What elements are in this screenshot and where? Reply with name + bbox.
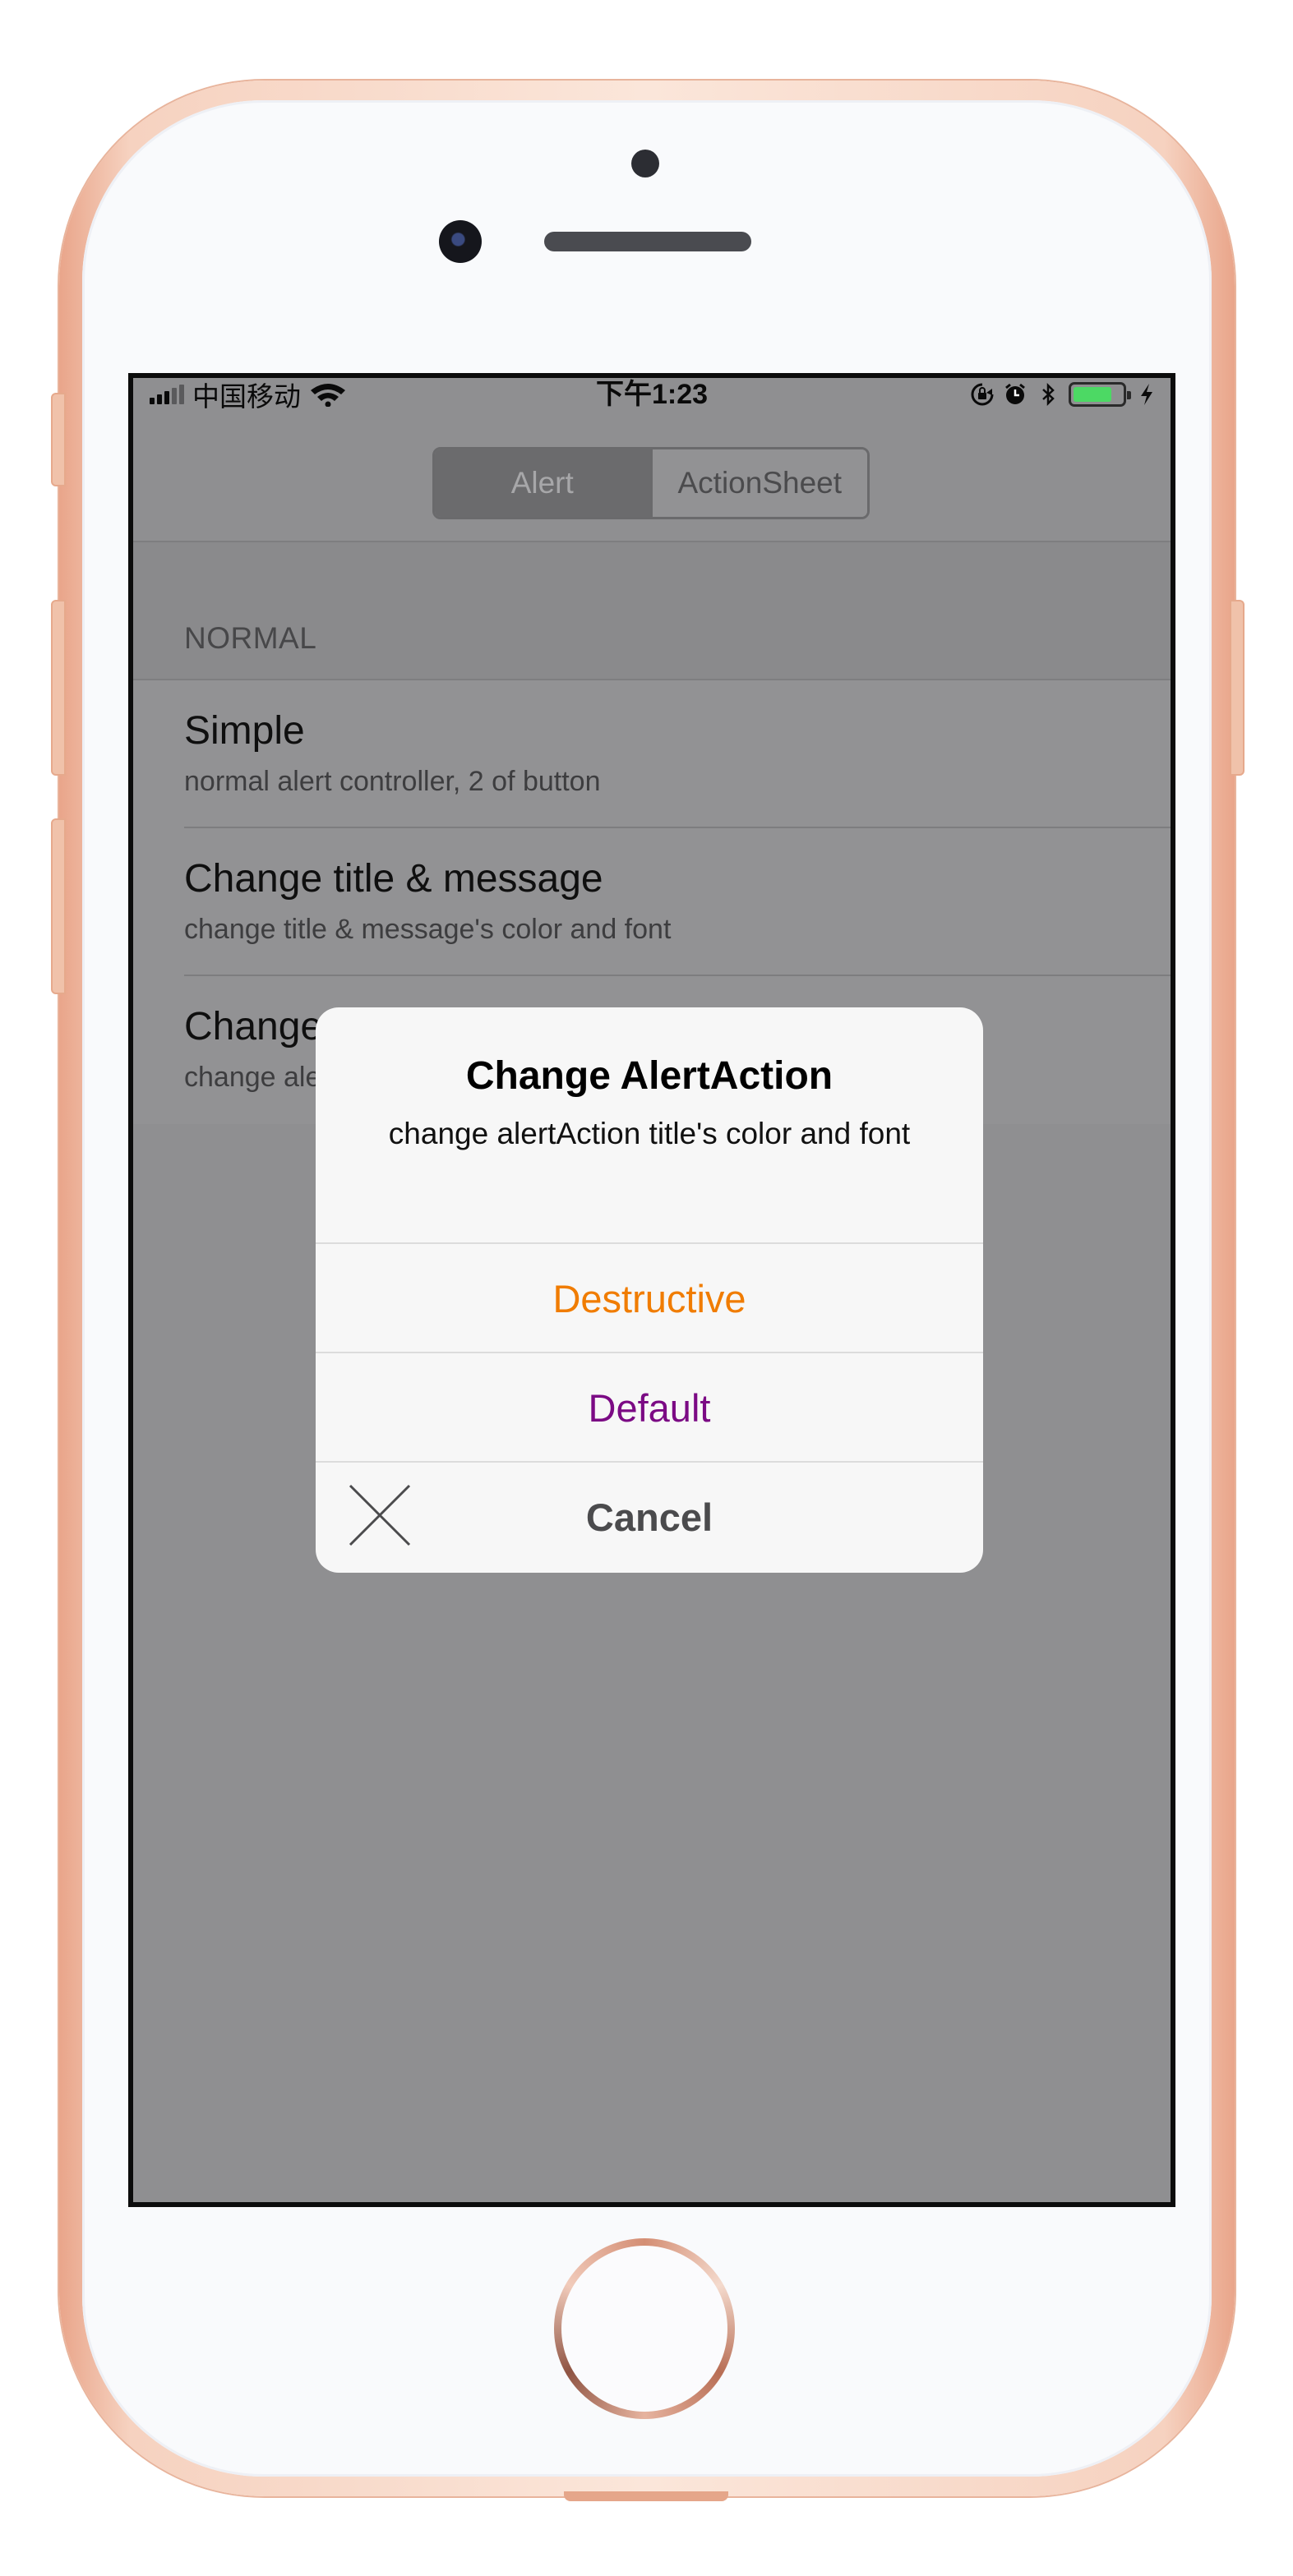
list-item-simple[interactable]: Simple normal alert controller, 2 of but… xyxy=(133,680,1171,828)
section-header xyxy=(133,542,1171,679)
proximity-sensor xyxy=(631,150,659,177)
default-button[interactable]: Default xyxy=(316,1352,983,1462)
section-title: NORMAL xyxy=(184,621,317,655)
lightning-port xyxy=(564,2491,728,2501)
front-camera-icon xyxy=(439,220,482,263)
earpiece-speaker xyxy=(544,232,751,251)
volume-up-button xyxy=(51,600,66,776)
alert-title: Change AlertAction xyxy=(465,1054,834,1098)
cell-subtitle: change title & message's color and font xyxy=(184,914,672,945)
alarm-icon xyxy=(1005,383,1025,404)
close-x-icon xyxy=(349,1484,411,1546)
segment-actionsheet[interactable]: ActionSheet xyxy=(649,449,867,517)
list-item-change-title-message[interactable]: Change title & message change title & me… xyxy=(133,828,1171,976)
cell-title: Simple xyxy=(184,709,305,753)
segment-alert[interactable]: Alert xyxy=(435,449,650,517)
power-button xyxy=(1230,600,1245,776)
destructive-button-label: Destructive xyxy=(552,1276,746,1320)
bluetooth-icon xyxy=(1042,382,1055,407)
cancel-button[interactable]: Cancel xyxy=(316,1461,983,1571)
orientation-lock-icon xyxy=(971,383,994,406)
cell-subtitle: normal alert controller, 2 of button xyxy=(184,766,601,797)
status-right xyxy=(970,378,1159,411)
battery-icon xyxy=(1069,382,1131,407)
segmented-control: Alert ActionSheet xyxy=(432,447,870,519)
alert-message: change alertAction title's color and fon… xyxy=(388,1117,911,1150)
volume-down-button xyxy=(51,818,66,994)
battery-level xyxy=(1074,387,1112,402)
charging-icon xyxy=(1141,384,1152,405)
default-button-label: Default xyxy=(588,1385,711,1430)
mute-switch xyxy=(51,393,66,486)
status-bar: 中国移动 下午1:23 xyxy=(133,378,1171,412)
destructive-button[interactable]: Destructive xyxy=(316,1242,983,1353)
alert-dialog: Change AlertAction change alertAction ti… xyxy=(316,1007,983,1573)
home-button[interactable] xyxy=(554,2238,735,2419)
cell-title: Change title & message xyxy=(184,857,603,901)
screen: 中国移动 下午1:23 Alert ActionSheet NORMAL Sim… xyxy=(128,373,1175,2207)
cancel-button-label: Cancel xyxy=(585,1495,713,1539)
